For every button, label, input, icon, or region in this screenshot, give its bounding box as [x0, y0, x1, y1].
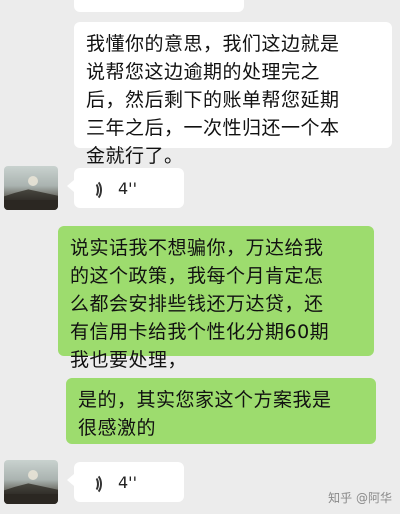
message-line: 很感激的 [78, 417, 157, 439]
message-line: 是的，其实您家这个方案我是 [78, 389, 332, 411]
message-line: 金就行了。 [86, 145, 184, 167]
voice-message[interactable]: 4'' [74, 168, 184, 208]
voice-wave-icon [88, 473, 106, 495]
message-line: 后，然后剩下的账单帮您延期 [86, 89, 340, 111]
avatar[interactable] [4, 166, 58, 210]
message-line: 说帮您这边逾期的处理完之 [86, 61, 321, 83]
message-line: 有信用卡给我个性化分期60期 [70, 321, 330, 343]
message-bubble-cropped [74, 0, 244, 12]
message-line: 我也要处理， [70, 349, 188, 371]
message-line: 我懂你的意思，我们这边就是 [86, 33, 340, 55]
message-line: 三年之后，一次性归还一个本 [86, 117, 340, 139]
message-line: 么都会安排些钱还万达贷，还 [70, 293, 324, 315]
voice-wave-icon [88, 179, 106, 201]
message-bubble-outgoing: 是的，其实您家这个方案我是 很感激的 [66, 378, 376, 444]
message-line: 的这个政策，我每个月肯定怎 [70, 265, 324, 287]
voice-message[interactable]: 4'' [74, 462, 184, 502]
avatar[interactable] [4, 460, 58, 504]
voice-duration: 4'' [118, 472, 137, 492]
message-line: 说实话我不想骗你，万达给我 [70, 237, 324, 259]
voice-duration: 4'' [118, 178, 137, 198]
message-bubble-incoming: 我懂你的意思，我们这边就是 说帮您这边逾期的处理完之 后，然后剩下的账单帮您延期… [74, 22, 392, 167]
message-bubble-outgoing: 说实话我不想骗你，万达给我 的这个政策，我每个月肯定怎 么都会安排些钱还万达贷，… [58, 226, 374, 371]
watermark: 知乎 @阿华 [328, 491, 392, 505]
